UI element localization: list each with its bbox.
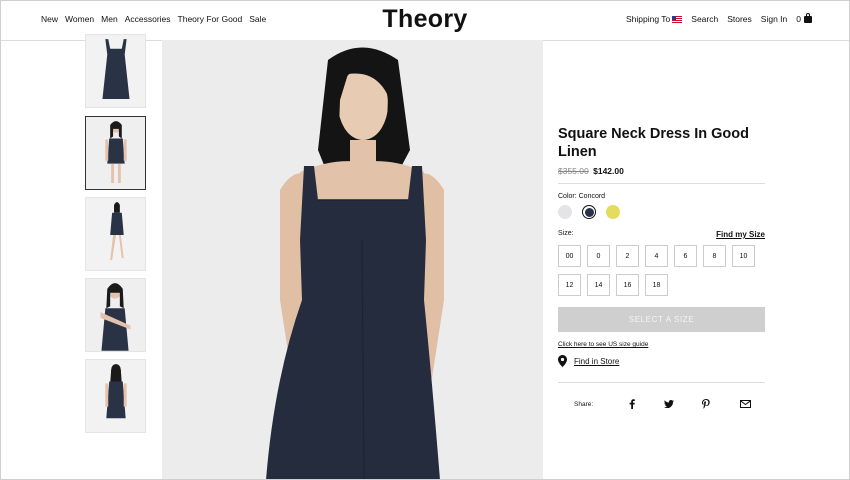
thumbnail-4[interactable] (85, 278, 146, 352)
size-option-8[interactable]: 8 (703, 245, 726, 267)
shipping-label: Shipping To (626, 14, 671, 24)
thumbnail-2[interactable] (85, 116, 146, 190)
size-option-2[interactable]: 2 (616, 245, 639, 267)
stores-link[interactable]: Stores (727, 14, 752, 24)
sale-price: $142.00 (593, 166, 624, 176)
thumbnail-5[interactable] (85, 359, 146, 433)
size-option-4[interactable]: 4 (645, 245, 668, 267)
find-in-store-row: Find in Store (558, 355, 765, 367)
model-wearing-dress-image (162, 40, 543, 480)
price-block: $355.00 $142.00 (558, 166, 765, 184)
sign-in-link[interactable]: Sign In (761, 14, 787, 24)
size-option-12[interactable]: 12 (558, 274, 581, 296)
main-product-image[interactable] (162, 40, 543, 480)
color-label: Color: Concord (558, 193, 606, 200)
share-label: Share: (574, 400, 594, 408)
size-option-10[interactable]: 10 (732, 245, 755, 267)
size-grid: 00 0 2 4 6 8 10 12 14 16 18 (558, 245, 765, 296)
swatch-yellow[interactable] (606, 205, 620, 219)
model-back-thumb-image (86, 360, 145, 432)
us-flag-icon (672, 16, 683, 23)
twitter-icon[interactable] (659, 400, 679, 408)
pinterest-icon[interactable] (696, 399, 716, 409)
select-size-button[interactable]: SELECT A SIZE (558, 307, 765, 332)
original-price: $355.00 (558, 166, 589, 176)
size-option-16[interactable]: 16 (616, 274, 639, 296)
size-option-00[interactable]: 00 (558, 245, 581, 267)
search-link[interactable]: Search (691, 14, 718, 24)
divider (558, 382, 765, 383)
bag-button[interactable]: 0 (796, 13, 812, 24)
email-icon[interactable] (735, 400, 755, 408)
thumbnail-3[interactable] (85, 197, 146, 271)
facebook-icon[interactable] (622, 399, 642, 409)
share-row: Share: (558, 399, 765, 409)
product-details-panel: Square Neck Dress In Good Linen $355.00 … (558, 125, 765, 409)
size-option-0[interactable]: 0 (587, 245, 610, 267)
size-option-6[interactable]: 6 (674, 245, 697, 267)
model-walking-thumb-image (86, 198, 145, 270)
thumbnail-1[interactable] (85, 34, 146, 108)
model-closeup-thumb-image (86, 279, 145, 351)
product-title: Square Neck Dress In Good Linen (558, 126, 749, 160)
size-option-14[interactable]: 14 (587, 274, 610, 296)
utility-nav: Shipping To Search Stores Sign In 0 (626, 13, 812, 24)
size-label: Size: (558, 230, 574, 237)
swatch-concord[interactable] (582, 205, 596, 219)
location-pin-icon (558, 355, 567, 367)
size-guide-link[interactable]: Click here to see US size guide (558, 341, 765, 348)
color-swatches (558, 205, 765, 219)
size-header: Size: Find my Size (558, 230, 765, 239)
size-option-18[interactable]: 18 (645, 274, 668, 296)
find-my-size-link[interactable]: Find my Size (716, 230, 765, 239)
bag-count: 0 (796, 14, 801, 24)
swatch-light-grey[interactable] (558, 205, 572, 219)
shipping-to-selector[interactable]: Shipping To (626, 14, 683, 24)
shopping-bag-icon (804, 13, 812, 23)
find-in-store-link[interactable]: Find in Store (574, 357, 619, 366)
dress-thumb-image (86, 35, 145, 107)
model-front-thumb-image (86, 117, 145, 189)
